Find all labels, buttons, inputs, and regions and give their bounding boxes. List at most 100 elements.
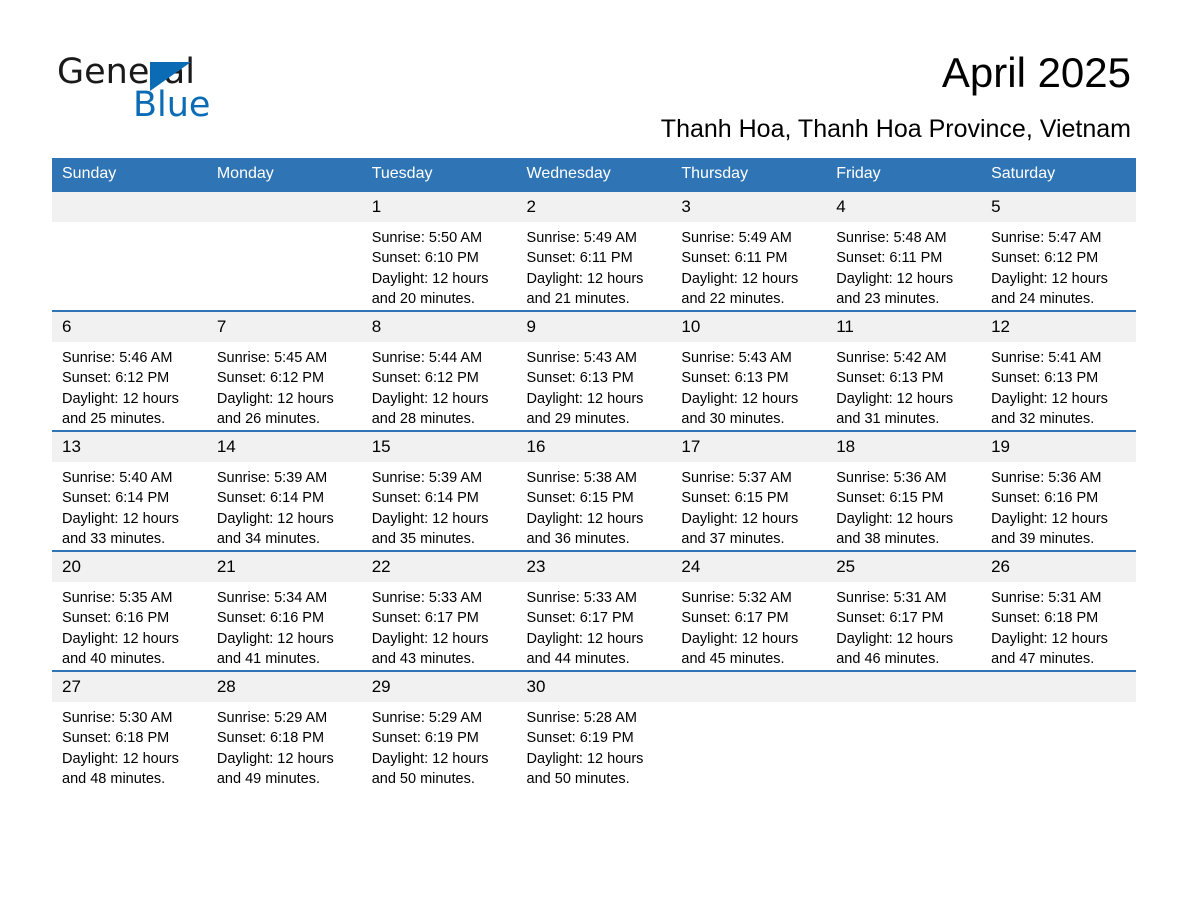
calendar-day-cell[interactable]: 22 Sunrise: 5:33 AM Sunset: 6:17 PM Dayligh…: [361, 550, 517, 671]
daylight-duration-line2: and 35 minutes.: [371, 530, 475, 547]
weekday-header-friday: Friday: [826, 158, 982, 192]
weekday-header-sunday: Sunday: [52, 158, 207, 192]
sunrise-time: Sunrise: 5:33 AM: [526, 590, 637, 606]
daylight-duration-line2: and 43 minutes.: [371, 650, 475, 667]
calendar-day-cell[interactable]: 28 Sunrise: 5:29 AM Sunset: 6:18 PM Dayligh…: [206, 670, 362, 790]
calendar-day-cell[interactable]: 21 Sunrise: 5:34 AM Sunset: 6:16 PM Dayligh…: [206, 550, 362, 671]
sunset-time: Sunset: 6:13 PM: [991, 370, 1099, 387]
weekday-header-tuesday: Tuesday: [361, 158, 517, 192]
day-number: [52, 192, 207, 222]
calendar-day-cell[interactable]: 12 Sunrise: 5:41 AM Sunset: 6:13 PM Dayligh…: [981, 310, 1136, 431]
daylight-duration-line1: Daylight: 12 hours: [62, 750, 179, 767]
calendar-day-cell[interactable]: 8 Sunrise: 5:44 AM Sunset: 6:12 PM Daylight…: [361, 310, 517, 431]
sunrise-time: Sunrise: 5:50 AM: [371, 230, 483, 246]
daylight-duration-line1: Daylight: 12 hours: [526, 390, 644, 407]
sunset-time: Sunset: 6:16 PM: [62, 610, 170, 627]
day-details: Sunrise: 5:43 AM Sunset: 6:13 PM Daylight:…: [671, 342, 826, 429]
calendar-day-cell[interactable]: 20 Sunrise: 5:35 AM Sunset: 6:16 PM Dayligh…: [52, 550, 207, 671]
day-details: Sunrise: 5:31 AM Sunset: 6:17 PM Daylight:…: [826, 582, 981, 669]
day-details: Sunrise: 5:35 AM Sunset: 6:16 PM Daylight:…: [52, 582, 207, 669]
logo-word-blue: Blue: [133, 85, 211, 125]
calendar-day-cell[interactable]: 18 Sunrise: 5:36 AM Sunset: 6:15 PM Dayligh…: [826, 430, 982, 551]
weekday-header-thursday: Thursday: [671, 158, 827, 192]
calendar-day-cell[interactable]: 24 Sunrise: 5:32 AM Sunset: 6:17 PM Dayligh…: [671, 550, 827, 671]
day-details: Sunrise: 5:32 AM Sunset: 6:17 PM Daylight:…: [671, 582, 826, 669]
calendar-day-cell-empty: [671, 670, 827, 790]
daylight-duration-line2: and 21 minutes.: [526, 290, 630, 307]
daylight-duration-line1: Daylight: 12 hours: [836, 390, 954, 407]
sunrise-time: Sunrise: 5:29 AM: [371, 710, 483, 726]
calendar-day-cell[interactable]: 19 Sunrise: 5:36 AM Sunset: 6:16 PM Dayligh…: [981, 430, 1136, 551]
daylight-duration-line1: Daylight: 12 hours: [681, 270, 799, 287]
calendar-weekday-header: Sunday Monday Tuesday Wednesday Thursday…: [52, 158, 1136, 192]
day-number: 6: [52, 312, 207, 342]
calendar-day-cell[interactable]: 14 Sunrise: 5:39 AM Sunset: 6:14 PM Dayligh…: [206, 430, 362, 551]
calendar-week-row: 20 Sunrise: 5:35 AM Sunset: 6:16 PM Dayligh…: [52, 550, 1136, 671]
sunrise-time: Sunrise: 5:40 AM: [62, 470, 173, 486]
daylight-duration-line1: Daylight: 12 hours: [991, 510, 1108, 527]
sunrise-time: Sunrise: 5:31 AM: [836, 590, 947, 606]
sunset-time: Sunset: 6:13 PM: [526, 370, 634, 387]
sunset-time: Sunset: 6:14 PM: [371, 490, 479, 507]
calendar-day-cell[interactable]: 30 Sunrise: 5:28 AM Sunset: 6:19 PM Dayligh…: [516, 670, 672, 790]
day-number: 16: [516, 432, 672, 462]
daylight-duration-line2: and 36 minutes.: [526, 530, 630, 547]
day-number: 29: [361, 672, 517, 702]
day-details: Sunrise: 5:46 AM Sunset: 6:12 PM Daylight:…: [52, 342, 207, 429]
calendar-day-cell[interactable]: 16 Sunrise: 5:38 AM Sunset: 6:15 PM Dayligh…: [516, 430, 672, 551]
calendar-week-row: 13 Sunrise: 5:40 AM Sunset: 6:14 PM Dayligh…: [52, 430, 1136, 551]
calendar-day-cell[interactable]: 3 Sunrise: 5:49 AM Sunset: 6:11 PM Daylight…: [671, 191, 827, 311]
calendar-day-cell[interactable]: 11 Sunrise: 5:42 AM Sunset: 6:13 PM Dayligh…: [826, 310, 982, 431]
sunset-time: Sunset: 6:19 PM: [371, 730, 479, 747]
sunset-time: Sunset: 6:11 PM: [526, 250, 633, 267]
calendar-day-cell[interactable]: 2 Sunrise: 5:49 AM Sunset: 6:11 PM Daylight…: [516, 191, 672, 311]
calendar-day-cell[interactable]: 5 Sunrise: 5:47 AM Sunset: 6:12 PM Daylight…: [981, 191, 1136, 311]
day-details: Sunrise: 5:29 AM Sunset: 6:19 PM Daylight:…: [362, 702, 517, 789]
daylight-duration-line2: and 23 minutes.: [836, 290, 940, 307]
calendar-day-cell[interactable]: 7 Sunrise: 5:45 AM Sunset: 6:12 PM Daylight…: [206, 310, 362, 431]
sunset-time: Sunset: 6:17 PM: [836, 610, 944, 627]
daylight-duration-line1: Daylight: 12 hours: [371, 270, 489, 287]
daylight-duration-line1: Daylight: 12 hours: [371, 510, 489, 527]
daylight-duration-line2: and 50 minutes.: [371, 770, 475, 787]
calendar-day-cell[interactable]: 17 Sunrise: 5:37 AM Sunset: 6:15 PM Dayligh…: [671, 430, 827, 551]
day-details: Sunrise: 5:39 AM Sunset: 6:14 PM Daylight:…: [207, 462, 362, 549]
day-details: Sunrise: 5:49 AM Sunset: 6:11 PM Daylight:…: [517, 222, 672, 309]
calendar-day-cell[interactable]: 6 Sunrise: 5:46 AM Sunset: 6:12 PM Daylight…: [52, 310, 207, 431]
calendar-day-cell[interactable]: 29 Sunrise: 5:29 AM Sunset: 6:19 PM Dayligh…: [361, 670, 517, 790]
daylight-duration-line1: Daylight: 12 hours: [371, 630, 489, 647]
sunrise-time: Sunrise: 5:36 AM: [991, 470, 1102, 486]
daylight-duration-line2: and 29 minutes.: [526, 410, 630, 427]
calendar-day-cell[interactable]: 23 Sunrise: 5:33 AM Sunset: 6:17 PM Dayligh…: [516, 550, 672, 671]
general-blue-logo[interactable]: General Blue: [57, 52, 317, 125]
sunset-time: Sunset: 6:12 PM: [991, 250, 1099, 267]
sunrise-time: Sunrise: 5:49 AM: [681, 230, 792, 246]
sunrise-time: Sunrise: 5:39 AM: [371, 470, 483, 486]
calendar-day-cell[interactable]: 10 Sunrise: 5:43 AM Sunset: 6:13 PM Dayligh…: [671, 310, 827, 431]
calendar-day-cell[interactable]: 1 Sunrise: 5:50 AM Sunset: 6:10 PM Daylight…: [361, 191, 517, 311]
calendar-day-cell[interactable]: 9 Sunrise: 5:43 AM Sunset: 6:13 PM Daylight…: [516, 310, 672, 431]
daylight-duration-line1: Daylight: 12 hours: [216, 750, 334, 767]
daylight-duration-line2: and 44 minutes.: [526, 650, 630, 667]
daylight-duration-line2: and 47 minutes.: [991, 650, 1095, 667]
calendar-day-cell[interactable]: 26 Sunrise: 5:31 AM Sunset: 6:18 PM Dayligh…: [981, 550, 1136, 671]
calendar-week-row: 1 Sunrise: 5:50 AM Sunset: 6:10 PM Daylight…: [52, 191, 1136, 311]
day-number: 24: [671, 552, 827, 582]
calendar-day-cell[interactable]: 27 Sunrise: 5:30 AM Sunset: 6:18 PM Dayligh…: [52, 670, 207, 790]
calendar-day-cell[interactable]: 13 Sunrise: 5:40 AM Sunset: 6:14 PM Dayligh…: [52, 430, 207, 551]
calendar-day-cell[interactable]: 15 Sunrise: 5:39 AM Sunset: 6:14 PM Dayligh…: [361, 430, 517, 551]
calendar-day-cell[interactable]: 25 Sunrise: 5:31 AM Sunset: 6:17 PM Dayligh…: [826, 550, 982, 671]
sunset-time: Sunset: 6:11 PM: [836, 250, 943, 267]
weekday-header-wednesday: Wednesday: [516, 158, 672, 192]
calendar-day-cell[interactable]: 4 Sunrise: 5:48 AM Sunset: 6:11 PM Daylight…: [826, 191, 982, 311]
day-details: Sunrise: 5:49 AM Sunset: 6:11 PM Daylight:…: [671, 222, 826, 309]
day-details: Sunrise: 5:50 AM Sunset: 6:10 PM Daylight:…: [362, 222, 517, 309]
daylight-duration-line1: Daylight: 12 hours: [216, 510, 334, 527]
day-number: 12: [981, 312, 1136, 342]
daylight-duration-line1: Daylight: 12 hours: [681, 510, 799, 527]
day-number: 28: [206, 672, 362, 702]
sunset-time: Sunset: 6:19 PM: [526, 730, 634, 747]
daylight-duration-line1: Daylight: 12 hours: [991, 630, 1108, 647]
sunrise-time: Sunrise: 5:41 AM: [991, 350, 1102, 366]
sunrise-time: Sunrise: 5:36 AM: [836, 470, 947, 486]
